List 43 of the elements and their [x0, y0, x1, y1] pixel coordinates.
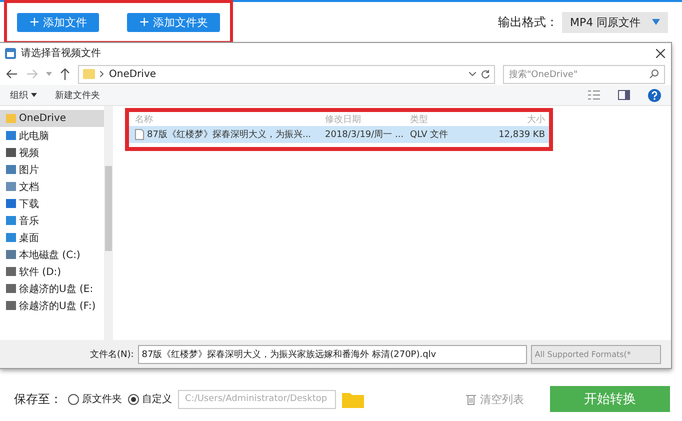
sidebar-item[interactable]: 徐越济的U盘 (E:	[0, 280, 104, 297]
help-icon[interactable]	[648, 88, 661, 102]
add-button[interactable]: + 添加文件	[17, 12, 99, 32]
radio-option[interactable]: 原文件夹	[68, 392, 122, 406]
refresh-icon[interactable]	[481, 70, 490, 78]
add-button[interactable]: + 添加文件夹	[126, 12, 220, 32]
scrollbar[interactable]	[104, 106, 113, 340]
view-icon[interactable]	[588, 90, 600, 100]
sidebar-item[interactable]: OneDrive	[0, 110, 104, 127]
dialog-title: 请选择音视频文件	[21, 46, 101, 60]
sidebar-item[interactable]: 桌面	[0, 229, 104, 246]
preview-pane-icon[interactable]	[618, 90, 630, 100]
search-field[interactable]: 搜索"OneDrive"	[503, 64, 665, 84]
sidebar-item[interactable]: 软件 (D:)	[0, 263, 104, 280]
trash-icon	[466, 394, 476, 404]
address-bar[interactable]: OneDrive	[78, 64, 495, 84]
radio-option[interactable]: 自定义	[128, 392, 172, 406]
sidebar-item[interactable]: 徐越济的U盘 (F:)	[0, 297, 104, 314]
command-button[interactable]: 新建文件夹	[55, 88, 100, 102]
file-row[interactable]: 87版《红楼梦》探春深明大义，为振兴... 2018/3/19/周一 ... QLV 文件 12,839 KB	[129, 126, 549, 143]
sidebar-item[interactable]: 视频	[0, 144, 104, 161]
chevron-icon[interactable]	[469, 72, 476, 76]
sidebar-item[interactable]: 图片	[0, 161, 104, 178]
search-icon	[649, 69, 659, 79]
format-dropdown[interactable]: MP4 同原文件	[562, 12, 668, 32]
command-button[interactable]: 组织	[10, 88, 37, 102]
sidebar-item[interactable]: 本地磁盘 (C:)	[0, 246, 104, 263]
folder-icon	[83, 69, 95, 79]
sidebar-item[interactable]: 文档	[0, 178, 104, 195]
format-label: 输出格式：	[498, 14, 558, 30]
filename-label: 文件名(N):	[90, 348, 134, 360]
save-label: 保存至：	[14, 390, 62, 408]
file-icon	[135, 129, 144, 140]
sidebar-item[interactable]: 音乐	[0, 212, 104, 229]
filename-field[interactable]: 87版《红楼梦》探春深明大义，为振兴家族远嫁和番海外 标清(270P).qlv	[138, 344, 527, 364]
up-icon[interactable]	[60, 68, 70, 80]
sidebar-item[interactable]: 下载	[0, 195, 104, 212]
caret-icon	[652, 19, 660, 25]
sidebar-item[interactable]: 此电脑	[0, 127, 104, 144]
close-icon[interactable]	[656, 48, 665, 58]
back-icon[interactable]	[6, 69, 18, 79]
chevron-icon	[100, 71, 104, 77]
app-icon	[5, 48, 16, 58]
